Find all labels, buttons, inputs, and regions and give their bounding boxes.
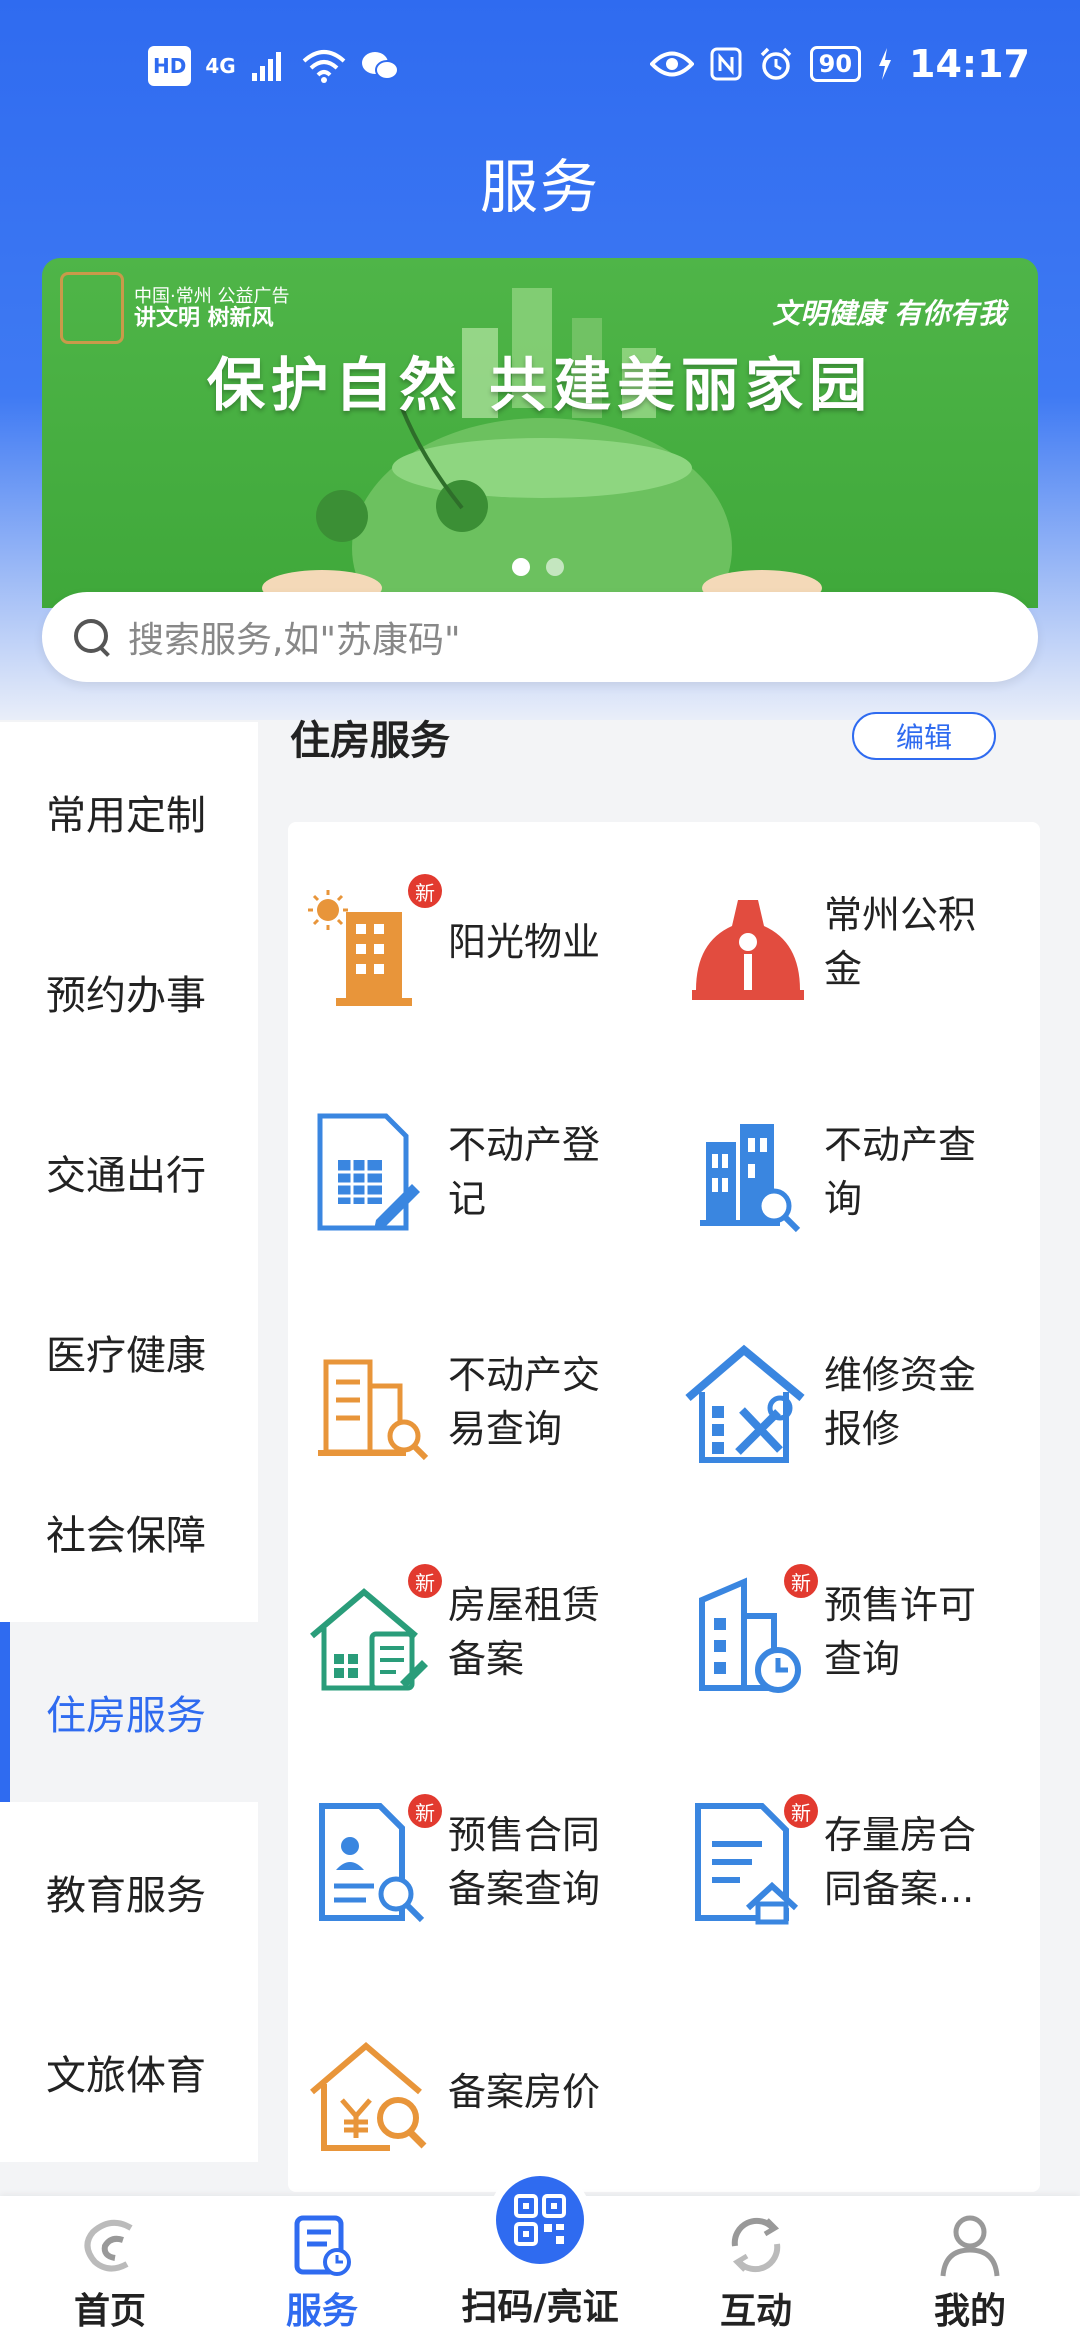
service-tile-property-query[interactable]: 不动产查询 [664,1072,1024,1272]
banner-dot[interactable] [512,558,530,576]
home-icon [84,2219,133,2272]
sunshine-building-icon: 新 [306,872,442,1012]
service-tile-provident-fund[interactable]: 常州公积金 [664,842,1024,1042]
nav-label: 首页 [73,2291,146,2332]
nav-label: 服务 [285,2291,358,2332]
service-tile-existing-house-contract[interactable]: 新 存量房合同备案... [664,1762,1024,1962]
banner-carousel[interactable]: 中国·常州 公益广告 讲文明 树新风 文明健康 有你有我 保护自然 共建美丽家园 [42,258,1038,608]
battery-icon: 90 [809,46,862,82]
sidebar-item-housing[interactable]: 住房服务 [0,1622,258,1802]
tile-label: 备案房价 [448,2070,601,2114]
wechat-icon [360,46,400,86]
banner-headline: 保护自然 共建美丽家园 [206,351,874,419]
presale-permit-icon: 新 [682,1562,818,1702]
service-tile-presale-permit[interactable]: 新 预售许可查询 [664,1532,1024,1732]
charging-icon [877,44,893,84]
status-bar: HD 4G 90 14:17 [0,0,1080,130]
new-badge: 新 [408,874,442,908]
nav-interact[interactable]: 互动 [666,2196,846,2340]
service-icon [294,2215,351,2276]
tile-label: 不动产登记 [448,1123,601,1221]
alarm-icon [758,44,794,84]
sidebar-item-common[interactable]: 常用定制 [0,722,258,902]
network-label: 4G [205,54,236,78]
hd-badge: HD [148,46,192,86]
property-transaction-icon [306,1332,436,1472]
tile-label: 不动产交易查询 [448,1353,601,1451]
banner-pagination [512,558,564,576]
presale-contract-icon: 新 [306,1792,442,1932]
nav-profile[interactable]: 我的 [880,2196,1060,2340]
tile-label: 房屋租赁备案 [448,1583,601,1681]
tile-label: 预售合同备案查询 [448,1813,601,1911]
new-badge: 新 [408,1794,442,1828]
scan-button[interactable] [488,2168,592,2272]
status-time: 14:17 [909,42,1030,86]
property-query-icon [682,1102,812,1242]
tile-label: 维修资金报修 [824,1353,977,1451]
new-badge: 新 [784,1564,818,1598]
wifi-icon [302,46,346,86]
nav-home[interactable]: 首页 [20,2196,200,2340]
nav-label: 我的 [933,2291,1006,2332]
new-badge: 新 [784,1794,818,1828]
sidebar-item-traffic[interactable]: 交通出行 [0,1082,258,1262]
nav-service[interactable]: 服务 [232,2196,412,2340]
search-placeholder: 搜索服务,如"苏康码" [128,620,461,661]
sidebar-item-medical[interactable]: 医疗健康 [0,1262,258,1442]
service-tile-sunshine-property[interactable]: 新 阳光物业 [288,842,648,1042]
filed-price-icon [306,2022,436,2162]
search-input[interactable]: 搜索服务,如"苏康码" [42,592,1038,682]
repair-fund-icon [682,1332,812,1472]
new-badge: 新 [408,1564,442,1598]
eye-icon [649,44,694,84]
property-registration-icon [306,1102,436,1242]
sidebar-item-social-security[interactable]: 社会保障 [0,1442,258,1622]
sidebar-item-education[interactable]: 教育服务 [0,1802,258,1982]
banner-illustration [262,288,822,608]
service-tile-property-transaction[interactable]: 不动产交易查询 [288,1302,648,1502]
profile-icon [940,2215,1000,2277]
service-tile-presale-contract[interactable]: 新 预售合同备案查询 [288,1762,648,1962]
scan-label[interactable]: 扫码/亮证 [440,2278,640,2330]
service-tile-repair-fund[interactable]: 维修资金报修 [664,1302,1024,1502]
existing-house-contract-icon: 新 [682,1792,818,1932]
status-left: HD 4G [148,46,400,86]
category-sidebar: 常用定制 预约办事 交通出行 医疗健康 社会保障 住房服务 教育服务 文旅体育 [0,722,258,2202]
interact-icon [731,2217,781,2273]
tile-label: 常州公积金 [824,893,977,991]
qr-scan-icon [514,2194,566,2246]
nav-label: 互动 [719,2291,792,2332]
provident-fund-icon [682,872,812,1012]
tile-label: 不动产查询 [824,1123,977,1221]
service-grid: 新 阳光物业 常州公积金 不动产登记 不动产查询 不动产交易查询 维修资金报修 … [288,822,1040,2192]
edit-button[interactable]: 编辑 [852,712,996,760]
nfc-icon [710,44,742,84]
section-title: 住房服务 [290,718,450,764]
signal-icon [250,46,288,86]
tile-label: 存量房合同备案... [824,1813,977,1911]
sidebar-item-appointment[interactable]: 预约办事 [0,902,258,1082]
status-right: 90 14:17 [649,42,1030,86]
page-title: 服务 [479,153,600,221]
search-icon [70,615,114,659]
tile-label: 预售许可查询 [824,1583,977,1681]
service-tile-filed-price[interactable]: 备案房价 [288,1992,648,2192]
tile-label: 阳光物业 [448,920,601,964]
service-tile-property-registration[interactable]: 不动产登记 [288,1072,648,1272]
banner-dot[interactable] [546,558,564,576]
service-tile-house-lease[interactable]: 新 房屋租赁备案 [288,1532,648,1732]
house-lease-icon: 新 [306,1562,442,1702]
sidebar-item-culture-sports[interactable]: 文旅体育 [0,1982,258,2162]
